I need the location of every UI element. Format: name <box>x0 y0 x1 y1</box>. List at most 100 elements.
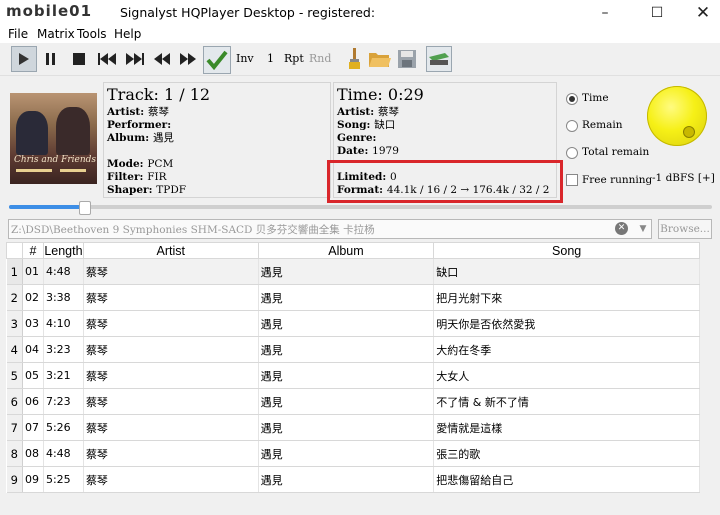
vertical-scrollbar[interactable] <box>700 242 712 497</box>
highlight-box <box>327 160 563 203</box>
shaper-value: TPDF <box>156 184 187 196</box>
table-row[interactable]: 5 05 3:21 蔡琴 遇見 大女人 <box>6 362 700 389</box>
playlist-table: # Length Artist Album Song 1 01 4:48 蔡琴 遇見 缺口… <box>6 242 700 493</box>
total-remain-radio[interactable] <box>566 147 578 159</box>
cell-length: 5:25 <box>43 466 84 493</box>
free-running-checkbox[interactable] <box>566 174 578 186</box>
cell-artist: 蔡琴 <box>83 440 259 467</box>
cell-song: 大女人 <box>433 362 700 389</box>
date-label: Date: <box>337 145 369 157</box>
chevron-down-icon[interactable]: ▼ <box>635 220 651 238</box>
brush-icon <box>349 48 360 69</box>
invert-button[interactable]: Inv <box>236 52 254 65</box>
cell-length: 5:26 <box>43 414 84 441</box>
cell-idx: 4 <box>6 336 23 363</box>
volume-knob[interactable] <box>647 86 707 146</box>
path-combobox[interactable]: Z:\DSD\Beethoven 9 Symphonies SHM-SACD 贝… <box>8 219 652 239</box>
skip-forward-icon <box>126 53 144 65</box>
free-running-label: Free running <box>582 174 653 186</box>
rewind-button[interactable] <box>149 46 175 72</box>
cell-length: 4:10 <box>43 310 84 337</box>
play-button[interactable] <box>11 46 37 72</box>
brush-button[interactable] <box>341 46 367 72</box>
cell-length: 4:48 <box>43 440 84 467</box>
column-header-artist[interactable]: Artist <box>82 242 259 259</box>
cell-length: 3:23 <box>43 336 84 363</box>
table-row[interactable]: 6 06 7:23 蔡琴 遇見 不了情 & 新不了情 <box>6 388 700 415</box>
repeat-button[interactable]: Rpt <box>284 52 304 65</box>
open-folder-button[interactable] <box>367 46 393 72</box>
album-label: Album: <box>107 132 150 144</box>
menu-matrix[interactable]: Matrix <box>37 27 75 41</box>
cell-idx: 7 <box>6 414 23 441</box>
browse-button[interactable]: Browse... <box>658 219 712 239</box>
album-art-caption: Chris and Friends <box>14 155 97 165</box>
column-header-number[interactable]: # <box>21 242 44 259</box>
fast-forward-button[interactable] <box>175 46 201 72</box>
table-row[interactable]: 9 09 5:25 蔡琴 遇見 把悲傷留給自己 <box>6 466 700 493</box>
date-value: 1979 <box>372 145 399 157</box>
cell-num: 07 <box>22 414 44 441</box>
random-button[interactable]: Rnd <box>309 52 331 65</box>
column-header-length[interactable]: Length <box>42 242 84 259</box>
cell-song: 不了情 & 新不了情 <box>433 388 700 415</box>
cell-idx: 6 <box>6 388 23 415</box>
row-index-header <box>6 242 23 259</box>
menu-help[interactable]: Help <box>114 27 141 41</box>
cell-length: 7:23 <box>43 388 84 415</box>
checkmark-icon <box>206 50 228 70</box>
stop-icon <box>73 53 85 65</box>
disc-drive-icon <box>429 53 449 65</box>
maximize-icon[interactable]: ☐ <box>634 0 680 26</box>
single-button[interactable]: 1 <box>267 52 274 65</box>
cell-album: 遇見 <box>258 440 435 467</box>
cell-song: 缺口 <box>433 258 700 285</box>
seek-slider[interactable] <box>9 201 712 215</box>
close-icon[interactable]: ✕ <box>680 0 720 26</box>
cell-song: 明天你是否依然愛我 <box>433 310 700 337</box>
cell-idx: 8 <box>6 440 23 467</box>
apply-button[interactable] <box>203 46 231 74</box>
save-icon <box>398 50 416 68</box>
volume-readout: -1 dBFS [+] <box>652 172 715 184</box>
next-button[interactable] <box>122 46 148 72</box>
cell-song: 愛情就是這樣 <box>433 414 700 441</box>
minimize-icon[interactable]: – <box>582 0 628 26</box>
cell-num: 08 <box>22 440 44 467</box>
time-header: Time: 0:29 <box>337 85 424 104</box>
cell-idx: 3 <box>6 310 23 337</box>
table-row[interactable]: 8 08 4:48 蔡琴 遇見 張三的歌 <box>6 440 700 467</box>
seek-handle[interactable] <box>79 201 91 215</box>
stop-button[interactable] <box>66 46 92 72</box>
pause-button[interactable] <box>38 46 64 72</box>
clear-icon[interactable]: ✕ <box>615 222 628 235</box>
table-row[interactable]: 4 04 3:23 蔡琴 遇見 大約在冬季 <box>6 336 700 363</box>
table-row[interactable]: 3 03 4:10 蔡琴 遇見 明天你是否依然愛我 <box>6 310 700 337</box>
cell-album: 遇見 <box>258 388 435 415</box>
cell-song: 把月光射下來 <box>433 284 700 311</box>
toolbar: Inv 1 Rpt Rnd <box>0 43 720 76</box>
cell-artist: 蔡琴 <box>83 310 259 337</box>
cell-idx: 5 <box>6 362 23 389</box>
rewind-icon <box>154 53 170 65</box>
table-row[interactable]: 7 07 5:26 蔡琴 遇見 愛情就是這樣 <box>6 414 700 441</box>
table-row[interactable]: 1 01 4:48 蔡琴 遇見 缺口 <box>6 258 700 285</box>
menu-file[interactable]: File <box>8 27 28 41</box>
previous-button[interactable] <box>94 46 120 72</box>
cell-idx: 9 <box>6 466 23 493</box>
cell-num: 06 <box>22 388 44 415</box>
menu-tools[interactable]: Tools <box>77 27 107 41</box>
column-header-song[interactable]: Song <box>433 242 700 259</box>
cell-album: 遇見 <box>258 258 435 285</box>
watermark-logo: mobile01 <box>6 2 93 20</box>
cell-artist: 蔡琴 <box>83 466 259 493</box>
title-bar: mobile01 Signalyst HQPlayer Desktop - re… <box>0 0 720 26</box>
library-button[interactable] <box>426 46 452 72</box>
remain-radio[interactable] <box>566 120 578 132</box>
save-button[interactable] <box>394 46 420 72</box>
folder-icon <box>369 53 391 67</box>
cell-num: 04 <box>22 336 44 363</box>
time-radio[interactable] <box>566 93 578 105</box>
table-row[interactable]: 2 02 3:38 蔡琴 遇見 把月光射下來 <box>6 284 700 311</box>
column-header-album[interactable]: Album <box>257 242 435 259</box>
